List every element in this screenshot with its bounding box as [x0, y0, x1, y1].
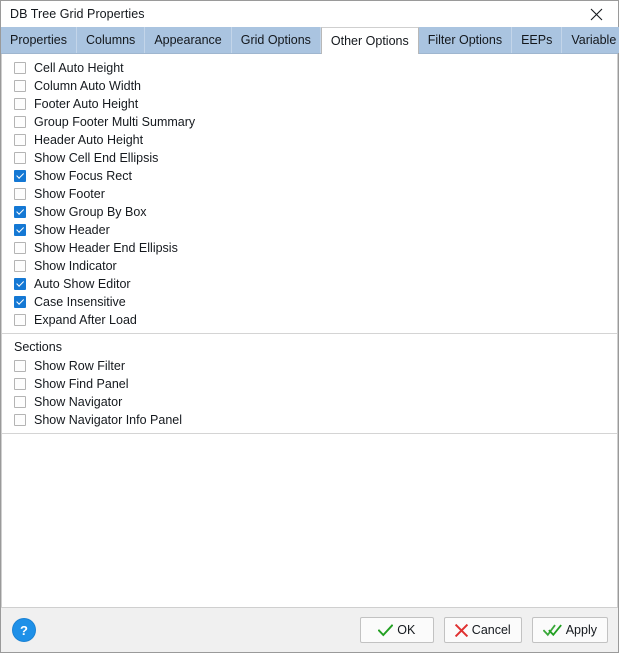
checkbox[interactable] [14, 278, 26, 290]
checkbox[interactable] [14, 414, 26, 426]
tab-columns[interactable]: Columns [76, 27, 146, 53]
checkbox[interactable] [14, 314, 26, 326]
checkbox[interactable] [14, 378, 26, 390]
option-label: Show Cell End Ellipsis [34, 151, 159, 165]
apply-label: Apply [565, 623, 597, 637]
checkbox[interactable] [14, 260, 26, 272]
cancel-button[interactable]: Cancel [443, 617, 522, 643]
checkbox[interactable] [14, 242, 26, 254]
checkbox[interactable] [14, 134, 26, 146]
option-show-find-panel[interactable]: Show Find Panel [2, 375, 617, 393]
option-header-auto-height[interactable]: Header Auto Height [2, 131, 617, 149]
tab-label: EEPs [521, 33, 553, 47]
option-show-row-filter[interactable]: Show Row Filter [2, 357, 617, 375]
option-label: Cell Auto Height [34, 61, 124, 75]
option-case-insensitive[interactable]: Case Insensitive [2, 293, 617, 311]
option-label: Show Header End Ellipsis [34, 241, 178, 255]
option-show-group-by-box[interactable]: Show Group By Box [2, 203, 617, 221]
checkbox[interactable] [14, 396, 26, 408]
option-label: Show Navigator [34, 395, 123, 409]
dialog-footer: ? OK Cancel Apply [1, 607, 618, 652]
option-label: Auto Show Editor [34, 277, 131, 291]
checkbox[interactable] [14, 296, 26, 308]
option-show-navigator[interactable]: Show Navigator [2, 393, 617, 411]
option-label: Show Navigator Info Panel [34, 413, 183, 427]
tab-label: Columns [85, 33, 136, 47]
question-mark-icon: ? [20, 622, 28, 638]
option-label: Show Indicator [34, 259, 117, 273]
tab-eeps[interactable]: EEPs [512, 27, 563, 53]
checkbox[interactable] [14, 152, 26, 164]
close-icon [590, 8, 602, 20]
option-show-navigator-info-panel[interactable]: Show Navigator Info Panel [2, 411, 617, 429]
checkbox[interactable] [14, 224, 26, 236]
tab-properties[interactable]: Properties [1, 27, 77, 53]
option-label: Group Footer Multi Summary [34, 115, 196, 129]
tab-label: Properties [10, 33, 67, 47]
window-title: DB Tree Grid Properties [10, 7, 145, 21]
close-button[interactable] [574, 1, 618, 27]
tab-variable-links[interactable]: Variable Links [562, 27, 619, 53]
option-group-footer-multi-summary[interactable]: Group Footer Multi Summary [2, 113, 617, 131]
checkbox[interactable] [14, 98, 26, 110]
tab-label: Grid Options [240, 33, 311, 47]
check-icon [378, 623, 394, 636]
x-icon [454, 623, 468, 637]
option-label: Show Group By Box [34, 205, 147, 219]
checkbox[interactable] [14, 206, 26, 218]
ok-label: OK [397, 623, 416, 637]
option-auto-show-editor[interactable]: Auto Show Editor [2, 275, 617, 293]
option-label: Show Focus Rect [34, 169, 132, 183]
option-label: Show Footer [34, 187, 105, 201]
option-expand-after-load[interactable]: Expand After Load [2, 311, 617, 329]
tab-bar: Properties Columns Appearance Grid Optio… [1, 27, 619, 54]
checkbox[interactable] [14, 170, 26, 182]
tab-label: Appearance [154, 33, 222, 47]
tab-label: Variable Links [571, 33, 619, 47]
tab-label: Filter Options [427, 33, 503, 47]
tab-filter-options[interactable]: Filter Options [418, 27, 513, 53]
option-show-focus-rect[interactable]: Show Focus Rect [2, 167, 617, 185]
checkbox[interactable] [14, 62, 26, 74]
option-label: Case Insensitive [34, 295, 126, 309]
checkbox[interactable] [14, 116, 26, 128]
option-label: Footer Auto Height [34, 97, 139, 111]
properties-dialog: DB Tree Grid Properties Properties Colum… [0, 0, 619, 653]
option-label: Expand After Load [34, 313, 137, 327]
option-label: Show Find Panel [34, 377, 129, 391]
tab-other-options[interactable]: Other Options [320, 27, 419, 54]
title-bar: DB Tree Grid Properties [1, 1, 618, 27]
option-footer-auto-height[interactable]: Footer Auto Height [2, 95, 617, 113]
tab-grid-options[interactable]: Grid Options [231, 27, 321, 53]
cancel-label: Cancel [471, 623, 511, 637]
option-label: Show Header [34, 223, 110, 237]
option-cell-auto-height[interactable]: Cell Auto Height [2, 59, 617, 77]
checkbox[interactable] [14, 360, 26, 372]
sections-heading: Sections [14, 340, 62, 354]
general-options-group: Cell Auto Height Column Auto Width Foote… [2, 54, 617, 333]
sections-group: Sections Show Row Filter Show Find Panel… [2, 333, 617, 433]
option-label: Column Auto Width [34, 79, 141, 93]
apply-button[interactable]: Apply [531, 617, 608, 643]
empty-area [2, 433, 617, 607]
option-label: Header Auto Height [34, 133, 144, 147]
ok-button[interactable]: OK [359, 617, 434, 643]
other-options-pane: Cell Auto Height Column Auto Width Foote… [1, 54, 618, 607]
help-button[interactable]: ? [13, 619, 35, 641]
checkbox[interactable] [14, 188, 26, 200]
option-show-indicator[interactable]: Show Indicator [2, 257, 617, 275]
tab-appearance[interactable]: Appearance [145, 27, 232, 53]
option-show-cell-end-ellipsis[interactable]: Show Cell End Ellipsis [2, 149, 617, 167]
option-column-auto-width[interactable]: Column Auto Width [2, 77, 617, 95]
option-show-header[interactable]: Show Header [2, 221, 617, 239]
option-show-footer[interactable]: Show Footer [2, 185, 617, 203]
option-label: Show Row Filter [34, 359, 125, 373]
tab-label: Other Options [330, 33, 409, 48]
double-check-icon [542, 624, 562, 636]
option-show-header-end-ellipsis[interactable]: Show Header End Ellipsis [2, 239, 617, 257]
checkbox[interactable] [14, 80, 26, 92]
